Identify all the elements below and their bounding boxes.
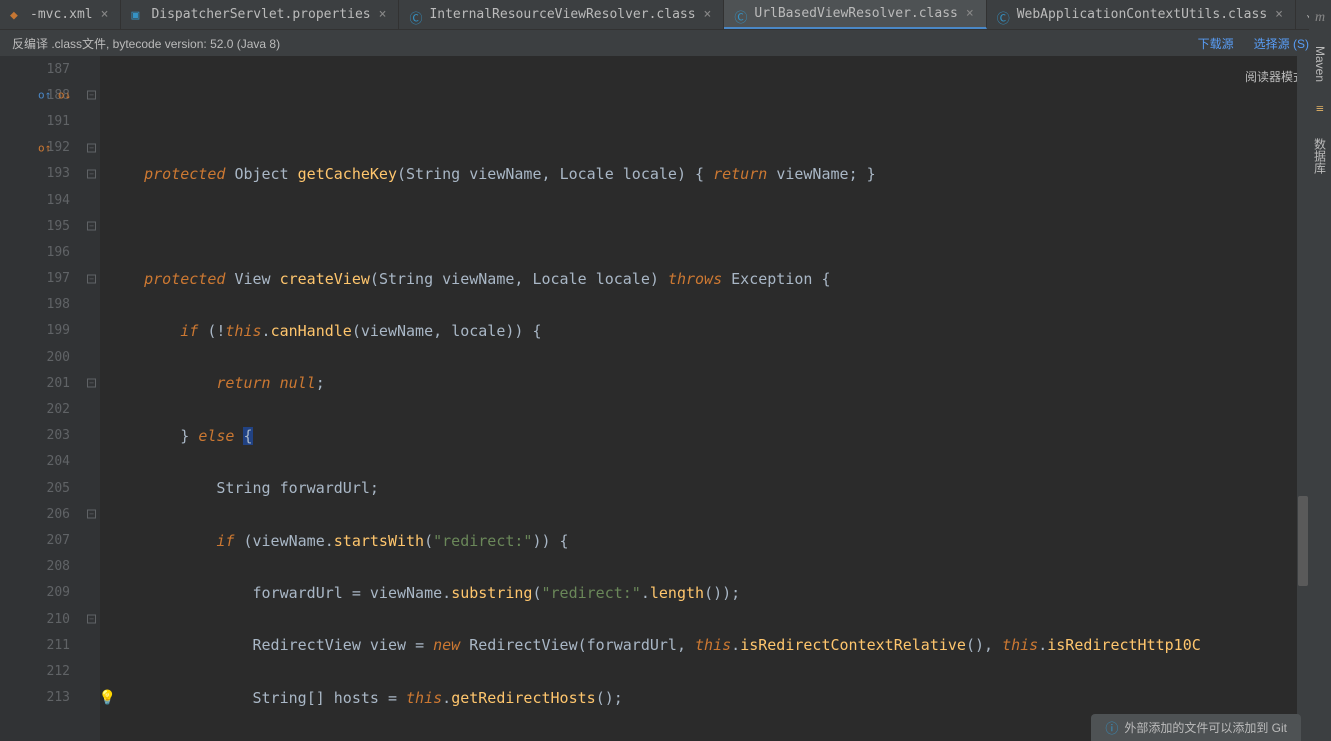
xml-icon: ◆ bbox=[10, 8, 24, 22]
info-icon: ⓘ bbox=[1105, 718, 1118, 737]
line-num: 194 bbox=[47, 193, 70, 208]
close-icon[interactable]: × bbox=[1273, 7, 1285, 22]
fold-icon[interactable]: − bbox=[87, 169, 96, 178]
fold-icon[interactable]: − bbox=[87, 274, 96, 283]
override-icon[interactable]: o↑ bbox=[38, 141, 51, 154]
fold-icon[interactable]: − bbox=[87, 143, 96, 152]
line-num: 209 bbox=[47, 585, 70, 600]
override-icon[interactable]: o↑ o↓ bbox=[38, 89, 71, 102]
intention-bulb-icon[interactable]: 💡 bbox=[99, 690, 116, 706]
tab-label: UrlBasedViewResolver.class bbox=[754, 6, 958, 21]
tab-dispatcher[interactable]: ▣ DispatcherServlet.properties × bbox=[121, 0, 399, 29]
gutter: 187 o↑ o↓188− 191 o↑192− 193− 194 195− 1… bbox=[0, 56, 100, 741]
close-icon[interactable]: × bbox=[702, 7, 714, 22]
line-num: 207 bbox=[47, 533, 70, 548]
tab-label: InternalResourceViewResolver.class bbox=[429, 7, 695, 22]
line-num: 213 bbox=[47, 690, 70, 705]
properties-icon: ▣ bbox=[131, 8, 145, 22]
close-icon[interactable]: × bbox=[964, 6, 976, 21]
line-num: 205 bbox=[47, 481, 70, 496]
line-num: 208 bbox=[47, 559, 70, 574]
decompile-info: 反编译 .class文件, bytecode version: 52.0 (Ja… bbox=[12, 35, 280, 52]
right-tool-bar: m Maven ≡ 数据库 bbox=[1309, 0, 1331, 741]
line-num: 187 bbox=[47, 62, 70, 77]
line-num: 211 bbox=[47, 638, 70, 653]
close-icon[interactable]: × bbox=[99, 7, 111, 22]
fold-icon[interactable]: − bbox=[87, 510, 96, 519]
fold-icon[interactable]: − bbox=[87, 379, 96, 388]
fold-icon[interactable]: − bbox=[87, 222, 96, 231]
tab-label: DispatcherServlet.properties bbox=[151, 7, 370, 22]
line-num: 195 bbox=[47, 219, 70, 234]
class-icon: Ⓒ bbox=[997, 8, 1011, 22]
line-num: 198 bbox=[47, 297, 70, 312]
download-sources-link[interactable]: 下载源 bbox=[1198, 35, 1234, 52]
tab-internal-resolver[interactable]: Ⓒ InternalResourceViewResolver.class × bbox=[399, 0, 724, 29]
line-num: 212 bbox=[47, 664, 70, 679]
line-num: 191 bbox=[47, 114, 70, 129]
decompiler-info-bar: 反编译 .class文件, bytecode version: 52.0 (Ja… bbox=[0, 30, 1331, 56]
line-num: 202 bbox=[47, 402, 70, 417]
editor-tabs: ◆ -mvc.xml × ▣ DispatcherServlet.propert… bbox=[0, 0, 1331, 30]
class-icon: Ⓒ bbox=[409, 8, 423, 22]
line-num: 196 bbox=[47, 245, 70, 260]
scrollbar[interactable] bbox=[1297, 56, 1309, 741]
tab-label: WebApplicationContextUtils.class bbox=[1017, 7, 1267, 22]
maven-icon[interactable]: m bbox=[1315, 10, 1325, 26]
class-icon: Ⓒ bbox=[734, 7, 748, 21]
line-num: 200 bbox=[47, 350, 70, 365]
tab-label: -mvc.xml bbox=[30, 7, 93, 22]
fold-icon[interactable]: − bbox=[87, 615, 96, 624]
line-num: 201 bbox=[47, 376, 70, 391]
notification-text: 外部添加的文件可以添加到 Git bbox=[1124, 719, 1287, 736]
line-num: 204 bbox=[47, 454, 70, 469]
tab-url-resolver[interactable]: Ⓒ UrlBasedViewResolver.class × bbox=[724, 0, 986, 29]
tab-mvc-xml[interactable]: ◆ -mvc.xml × bbox=[0, 0, 121, 29]
line-num: 203 bbox=[47, 428, 70, 443]
git-notification[interactable]: ⓘ 外部添加的文件可以添加到 Git bbox=[1091, 714, 1301, 741]
code-area[interactable]: 阅读器模式 protected Object getCacheKey(Strin… bbox=[100, 56, 1331, 741]
tab-webapp-utils[interactable]: Ⓒ WebApplicationContextUtils.class × bbox=[987, 0, 1296, 29]
database-tool[interactable]: 数据库 bbox=[1312, 138, 1329, 174]
line-num: 210 bbox=[47, 612, 70, 627]
scroll-thumb[interactable] bbox=[1298, 496, 1308, 586]
close-icon[interactable]: × bbox=[377, 7, 389, 22]
maven-tool[interactable]: Maven bbox=[1313, 46, 1327, 82]
database-icon[interactable]: ≡ bbox=[1316, 102, 1324, 118]
fold-icon[interactable]: − bbox=[87, 91, 96, 100]
line-num: 193 bbox=[47, 166, 70, 181]
editor: 187 o↑ o↓188− 191 o↑192− 193− 194 195− 1… bbox=[0, 56, 1331, 741]
line-num: 206 bbox=[47, 507, 70, 522]
line-num: 199 bbox=[47, 323, 70, 338]
reader-mode-button[interactable]: 阅读器模式 bbox=[1245, 64, 1305, 90]
line-num: 197 bbox=[47, 271, 70, 286]
